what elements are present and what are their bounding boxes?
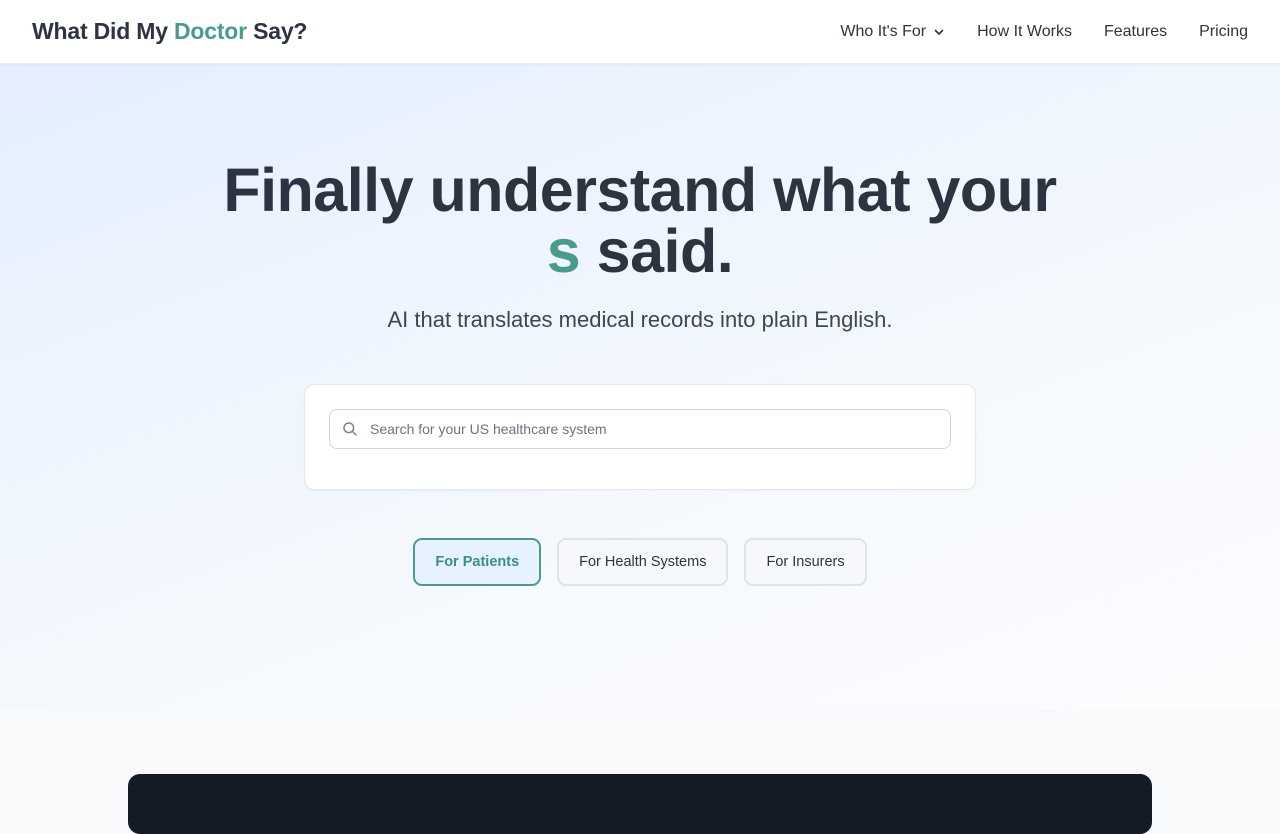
tab-for-patients[interactable]: For Patients: [413, 538, 542, 586]
chevron-down-icon: [933, 26, 945, 38]
logo-suffix: Say?: [246, 18, 308, 44]
headline-line-1: Finally understand what your: [223, 156, 1057, 224]
nav-features[interactable]: Features: [1104, 23, 1167, 41]
search-input[interactable]: [370, 421, 930, 437]
top-navbar: What Did My Doctor Say? Who It's For How…: [0, 0, 1280, 64]
headline-line-2: s said.: [0, 221, 1280, 282]
hero-section: Finally understand what your s said. AI …: [0, 64, 1280, 710]
lower-section: [0, 710, 1280, 834]
search-card: [304, 384, 976, 490]
nav-pricing[interactable]: Pricing: [1199, 23, 1248, 41]
logo-accent: Doctor: [173, 18, 247, 44]
audience-tabs: For Patients For Health Systems For Insu…: [0, 538, 1280, 586]
nav-who-its-for-label: Who It's For: [840, 22, 927, 40]
hero-headline: Finally understand what your s said.: [0, 160, 1280, 282]
logo-prefix: What Did My: [32, 18, 174, 44]
site-logo[interactable]: What Did My Doctor Say?: [32, 18, 307, 45]
tab-for-health-systems[interactable]: For Health Systems: [557, 538, 729, 586]
search-field[interactable]: [329, 409, 951, 449]
headline-rest: said.: [580, 217, 734, 285]
main-nav: Who It's For How It Works Features Prici…: [840, 23, 1248, 41]
hero-subhead: AI that translates medical records into …: [387, 307, 893, 332]
headline-accent-word: s: [546, 217, 581, 285]
tab-for-insurers[interactable]: For Insurers: [744, 538, 867, 586]
nav-how-it-works[interactable]: How It Works: [977, 23, 1072, 41]
dark-preview-panel: [128, 774, 1152, 834]
nav-who-its-for[interactable]: Who It's For: [840, 23, 945, 41]
search-icon: [342, 421, 358, 437]
